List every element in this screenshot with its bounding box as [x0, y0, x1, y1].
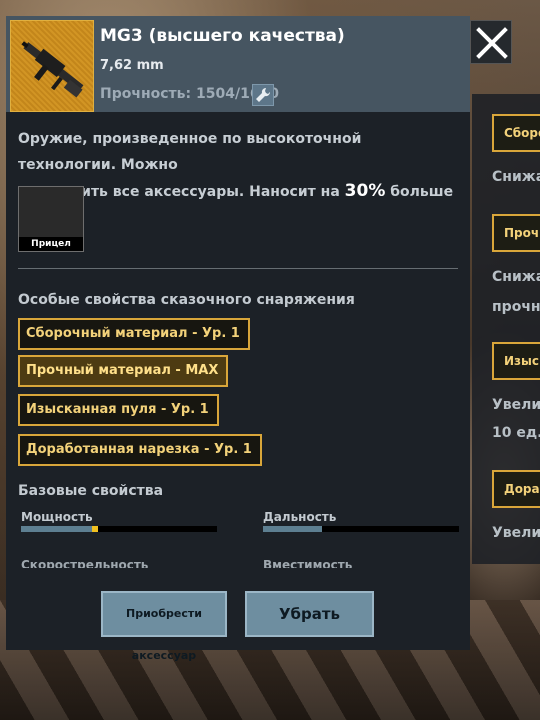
stat-bar-power [21, 526, 217, 532]
side-perk-text: 10 ед. [492, 425, 540, 441]
scope-attachment-slot[interactable]: Прицел [18, 186, 84, 252]
side-perk-text: Снижа [492, 269, 540, 285]
stat-bar-range [263, 526, 459, 532]
side-perk-text: Увели [492, 397, 540, 413]
side-perk-details-panel: Сборочн Снижа Прочны Снижа прочно Изыск … [472, 94, 540, 564]
side-perk-text: прочно [492, 299, 540, 315]
perk-refined-bullet[interactable]: Изысканная пуля - Ур. 1 [18, 394, 219, 426]
buy-accessory-button[interactable]: Приобрести аксессуар [101, 591, 227, 662]
base-stats-title: Базовые свойства [18, 483, 164, 499]
repair-wrench-button[interactable] [252, 84, 274, 106]
item-description: Оружие, произведенное по высокоточной те… [18, 126, 458, 231]
attachment-slot-label: Прицел [19, 237, 83, 251]
stat-label-power: Мощность [21, 510, 93, 524]
damage-bonus-highlight: 30% [344, 181, 386, 201]
stat-bar-fill [21, 526, 92, 532]
side-perk-tag[interactable]: Изыск [492, 342, 540, 380]
perks-section-title: Особые свойства сказочного снаряжения [18, 292, 355, 308]
close-icon [476, 27, 508, 59]
item-caliber: 7,62 mm [100, 58, 164, 73]
perk-improved-rifling[interactable]: Доработанная нарезка - Ур. 1 [18, 434, 262, 466]
side-perk-tag[interactable]: Прочны [492, 214, 540, 252]
description-line: установить все аксессуары. Наносит на 30… [18, 181, 454, 226]
stat-label-range: Дальность [263, 510, 337, 524]
stat-label-capacity: Вместимость [263, 558, 353, 568]
item-details-panel: MG3 (высшего качества) 7,62 mm Прочность… [6, 16, 470, 662]
stat-label-fire-rate: Скорострельность [21, 558, 149, 568]
side-perk-text: Снижа [492, 169, 540, 185]
machine-gun-icon [21, 41, 84, 98]
weapon-thumbnail [10, 20, 94, 112]
side-perk-tag[interactable]: Доработ [492, 470, 540, 508]
remove-button[interactable]: Убрать [245, 591, 374, 637]
clipped-stat-labels: Скорострельность Вместимость [18, 556, 458, 568]
description-line: Оружие, произведенное по высокоточной те… [18, 131, 362, 173]
section-divider [18, 268, 458, 269]
item-title: MG3 (высшего качества) [100, 26, 345, 46]
item-header: MG3 (высшего качества) 7,62 mm Прочность… [6, 16, 470, 112]
side-perk-tag[interactable]: Сборочн [492, 114, 540, 152]
wrench-icon [256, 87, 271, 102]
perk-durable-material[interactable]: Прочный материал - MAX [18, 355, 229, 387]
stat-bar-boost [92, 526, 98, 532]
stat-bar-fill [263, 526, 322, 532]
side-perk-text: Увелич [492, 525, 540, 541]
perk-assembly-material[interactable]: Сборочный материал - Ур. 1 [18, 318, 250, 350]
close-button[interactable] [470, 20, 512, 64]
